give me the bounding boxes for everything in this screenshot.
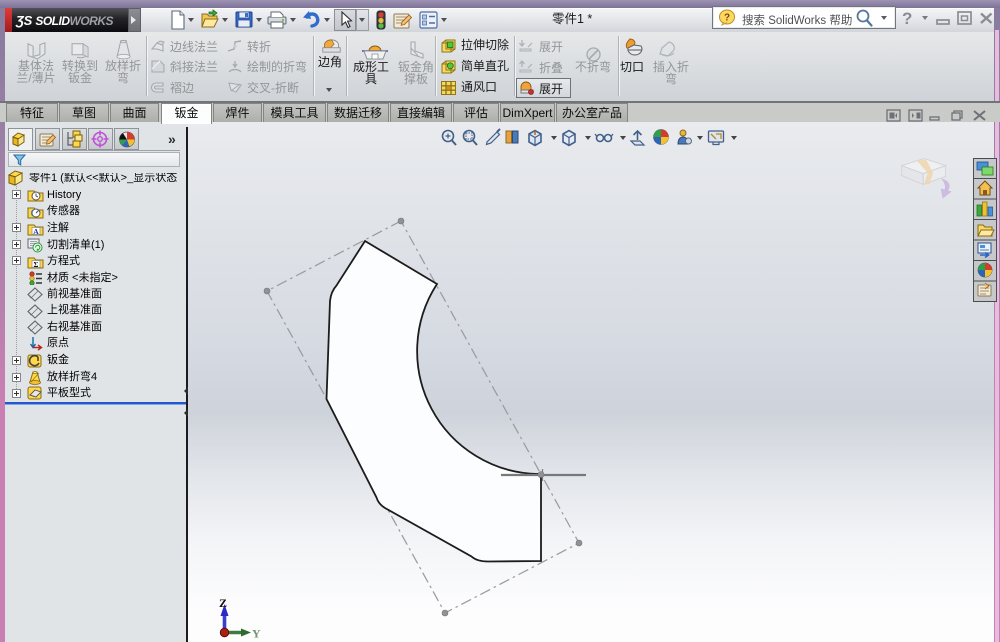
svg-text:?: ? (724, 13, 730, 24)
svg-text:A: A (33, 227, 39, 236)
svg-text:Z: Z (219, 596, 227, 610)
svg-text:Σ: Σ (34, 260, 39, 269)
svg-text:Y: Y (252, 627, 261, 641)
